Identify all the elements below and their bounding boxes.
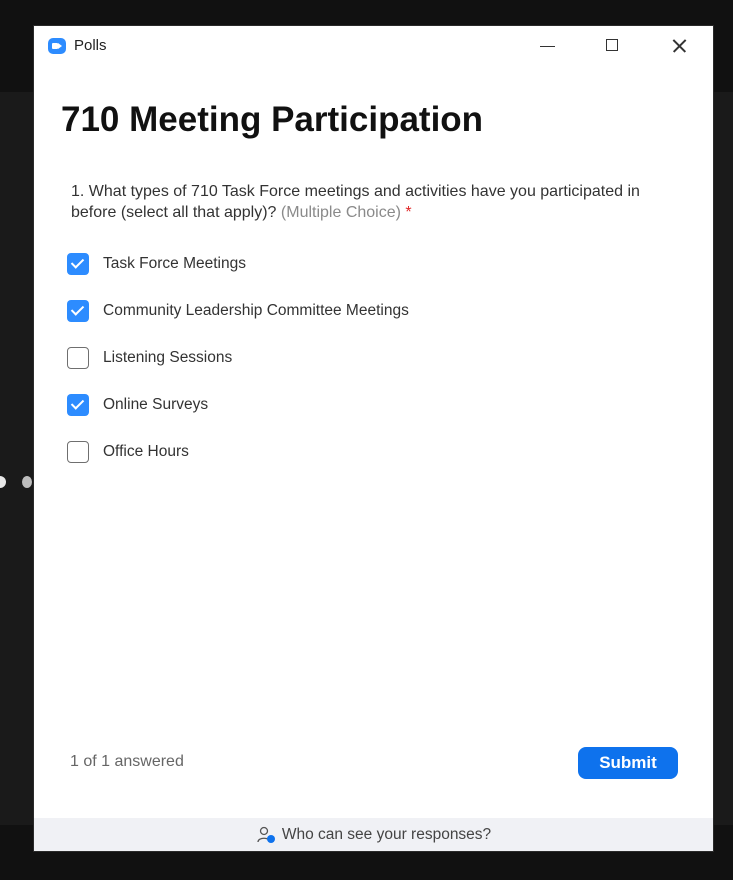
checkbox-unchecked[interactable]	[67, 441, 89, 463]
background-dot	[0, 476, 6, 488]
close-button[interactable]	[662, 32, 696, 60]
option-label: Office Hours	[103, 443, 189, 460]
question-type: (Multiple Choice)	[280, 204, 401, 221]
who-can-see-link[interactable]: Who can see your responses?	[34, 818, 713, 851]
submit-button[interactable]: Submit	[578, 747, 678, 779]
polls-window: Polls 710 Meeting Participation 1. What …	[34, 26, 713, 851]
title-bar: Polls	[34, 26, 713, 66]
option-label: Community Leadership Committee Meetings	[103, 302, 409, 319]
checkbox-unchecked[interactable]	[67, 347, 89, 369]
window-title: Polls	[74, 37, 107, 54]
answered-count: 1 of 1 answered	[70, 753, 184, 770]
option-item[interactable]: Listening Sessions	[67, 346, 627, 370]
background-dot	[22, 476, 32, 488]
minimize-button[interactable]	[530, 32, 564, 60]
poll-title: 710 Meeting Participation	[61, 100, 484, 139]
person-visibility-icon	[257, 826, 275, 843]
required-marker: *	[405, 204, 412, 221]
who-can-see-label: Who can see your responses?	[281, 825, 492, 843]
checkbox-checked[interactable]	[67, 253, 89, 275]
option-label: Listening Sessions	[103, 349, 233, 366]
maximize-button[interactable]	[596, 32, 630, 60]
option-label: Task Force Meetings	[103, 255, 246, 272]
option-item[interactable]: Community Leadership Committee Meetings	[67, 299, 627, 323]
footer-bar: Who can see your responses?	[34, 818, 713, 851]
checkbox-checked[interactable]	[67, 394, 89, 416]
question: 1. What types of 710 Task Force meetings…	[71, 181, 651, 223]
option-item[interactable]: Task Force Meetings	[67, 252, 627, 276]
option-item[interactable]: Online Surveys	[67, 393, 627, 417]
option-label: Online Surveys	[103, 396, 209, 413]
checkbox-checked[interactable]	[67, 300, 89, 322]
zoom-app-icon	[48, 38, 66, 54]
option-item[interactable]: Office Hours	[67, 440, 627, 464]
